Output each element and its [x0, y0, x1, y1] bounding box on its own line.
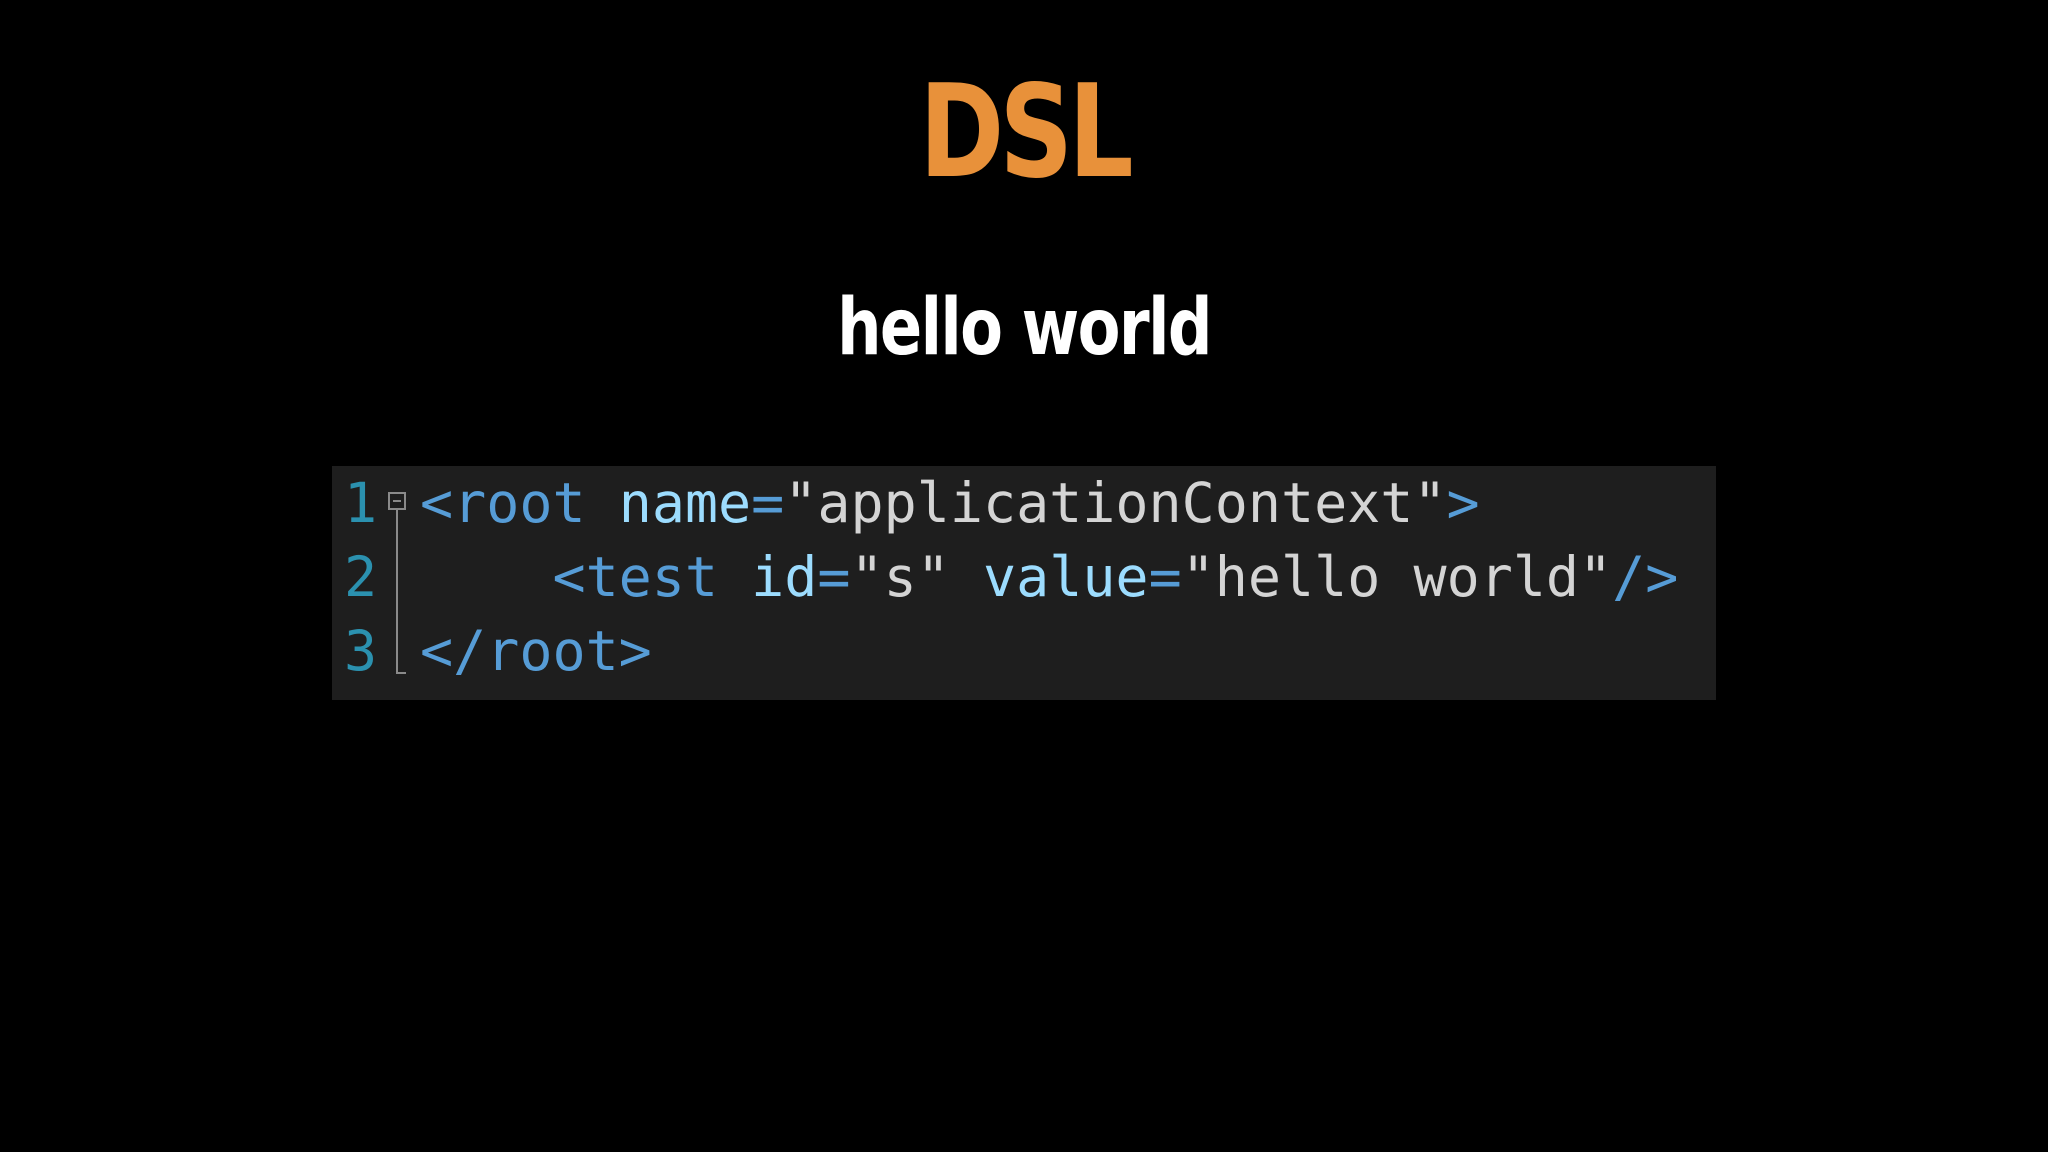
code-token-attribute: id — [751, 545, 818, 609]
code-token-value — [586, 471, 619, 535]
slide: DSL hello world 1 <root name="application… — [0, 0, 2048, 1152]
code-text: <test id="s" value="hello world"/> — [420, 540, 1678, 614]
code-token-tag: <test — [552, 545, 719, 609]
code-token-tag: /> — [1612, 545, 1679, 609]
code-token-value — [950, 545, 983, 609]
code-token-value: "s" — [850, 545, 950, 609]
code-token-value: "hello world" — [1181, 545, 1613, 609]
code-text: <root name="applicationContext"> — [420, 466, 1480, 540]
fold-guide-line — [396, 510, 398, 674]
code-token-tag: </root> — [420, 619, 652, 683]
line-number: 1 — [344, 471, 378, 535]
code-token-tag: = — [1148, 545, 1182, 609]
line-number: 2 — [344, 545, 378, 609]
slide-title: DSL — [919, 58, 1133, 207]
code-token-tag: = — [751, 471, 785, 535]
code-token-tag: = — [817, 545, 851, 609]
code-token-tag: > — [1446, 471, 1480, 535]
code-token-value — [718, 545, 751, 609]
fold-collapse-icon[interactable] — [388, 492, 406, 510]
code-token-value — [420, 545, 552, 609]
slide-subtitle: hello world — [837, 283, 1212, 373]
code-text: </root> — [420, 614, 652, 688]
code-token-attribute: name — [618, 471, 752, 535]
code-block: 1 <root name="applicationContext"> 2 <test… — [332, 466, 1716, 700]
line-number: 3 — [344, 619, 378, 683]
code-token-attribute: value — [982, 545, 1149, 609]
fold-guide-end — [396, 672, 406, 674]
code-token-value: "applicationContext" — [784, 471, 1447, 535]
code-token-tag: <root — [420, 471, 586, 535]
